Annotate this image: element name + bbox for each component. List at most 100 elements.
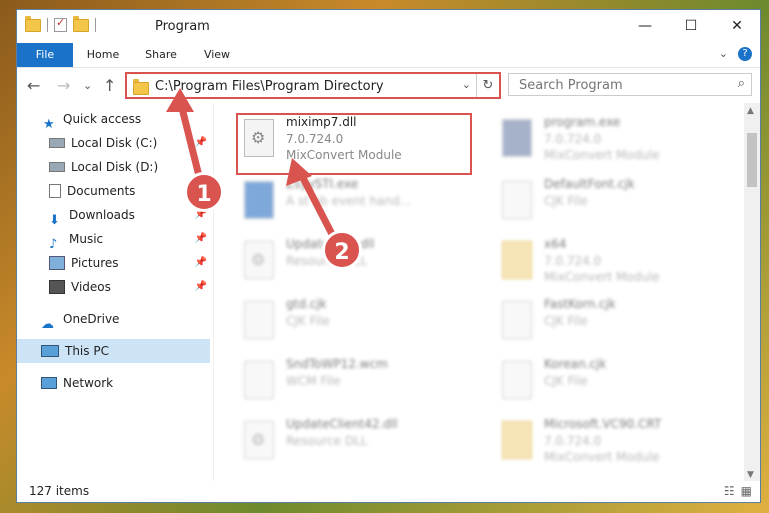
- search-box[interactable]: ⌕: [508, 73, 752, 96]
- forward-arrow-icon[interactable]: →: [57, 76, 70, 95]
- sidebar-item-local-disk-d[interactable]: Local Disk (D:): [49, 155, 158, 179]
- file-description: MixConvert Module: [544, 270, 660, 284]
- search-icon[interactable]: ⌕: [738, 76, 745, 91]
- file-item[interactable]: x64 7.0.724.0 MixConvert Module: [494, 235, 734, 293]
- file-description: CJK File: [286, 314, 330, 328]
- window-title: Program: [155, 19, 210, 34]
- file-version: 7.0.724.0: [544, 434, 602, 448]
- file-item[interactable]: DefaultFont.cjk CJK File: [494, 175, 734, 233]
- recent-locations-icon[interactable]: ⌄: [83, 79, 92, 92]
- file-name: SndToWP12.wcm: [286, 357, 388, 371]
- file-version: 7.0.724.0: [544, 132, 602, 146]
- address-bar[interactable]: C:\Program Files\Program Directory ⌄ ↻: [125, 72, 501, 99]
- navigation-bar: ← → ⌄ ↑ C:\Program Files\Program Directo…: [17, 67, 760, 103]
- sidebar-item-label: Local Disk (C:): [71, 136, 158, 150]
- sidebar-item-network[interactable]: Network: [41, 371, 113, 395]
- maximize-button[interactable]: ☐: [668, 10, 714, 42]
- file-name: Microsoft.VC90.CRT: [544, 417, 662, 431]
- file-item[interactable]: SndToWP12.wcm WCM File: [236, 355, 476, 413]
- up-arrow-icon[interactable]: ↑: [103, 76, 116, 95]
- refresh-icon[interactable]: ↻: [476, 74, 499, 97]
- exe-file-icon: [502, 119, 532, 157]
- explorer-window: Program — ☐ ✕ File Home Share View ⌄ ? ←…: [16, 9, 761, 503]
- divider: [47, 18, 48, 32]
- search-input[interactable]: [517, 77, 721, 94]
- pictures-icon: [49, 256, 65, 270]
- pin-icon[interactable]: 📌: [195, 131, 207, 155]
- pin-icon[interactable]: 📌: [195, 275, 207, 299]
- music-icon: ♪: [49, 237, 58, 252]
- details-view-icon[interactable]: ☷: [724, 484, 735, 498]
- tiles-view-icon[interactable]: ▦: [741, 484, 752, 498]
- ribbon: File Home Share View ⌄ ?: [17, 43, 760, 68]
- scroll-thumb[interactable]: [747, 133, 757, 187]
- file-icon: [502, 301, 532, 339]
- address-path[interactable]: C:\Program Files\Program Directory: [155, 79, 384, 94]
- videos-icon: [49, 280, 65, 294]
- file-icon: [244, 301, 274, 339]
- vertical-scrollbar[interactable]: ▲ ▼: [744, 103, 760, 483]
- close-button[interactable]: ✕: [714, 10, 760, 42]
- file-name: gtd.cjk: [286, 297, 327, 311]
- help-icon[interactable]: ?: [738, 47, 752, 61]
- file-item[interactable]: ZsyySTI.exe A st ob event hand...: [236, 175, 476, 233]
- divider: [95, 18, 96, 32]
- cloud-icon: ☁: [41, 317, 54, 332]
- sidebar-item-local-disk-c[interactable]: Local Disk (C:) 📌: [49, 131, 207, 155]
- sidebar-item-quick-access[interactable]: ★ Quick access: [43, 107, 142, 132]
- file-name: DefaultFont.cjk: [544, 177, 635, 191]
- sidebar-item-this-pc[interactable]: This PC: [17, 339, 210, 363]
- item-count: 127 items: [29, 484, 90, 498]
- sidebar-item-label: Pictures: [71, 256, 119, 270]
- back-arrow-icon[interactable]: ←: [27, 76, 40, 95]
- step-badge-2: 2: [322, 230, 362, 270]
- scroll-up-icon[interactable]: ▲: [747, 106, 754, 116]
- file-description: A st ob event hand...: [286, 194, 412, 208]
- tab-view[interactable]: View: [199, 43, 235, 67]
- sidebar-item-onedrive[interactable]: ☁ OneDrive: [41, 307, 120, 332]
- file-icon: [244, 361, 274, 399]
- sidebar-item-label: Videos: [71, 280, 111, 294]
- sidebar-item-pictures[interactable]: Pictures 📌: [49, 251, 207, 275]
- dll-file-icon: [244, 241, 274, 279]
- file-name: x64: [544, 237, 567, 251]
- scroll-down-icon[interactable]: ▼: [747, 470, 754, 480]
- sidebar-item-downloads[interactable]: ⬇ Downloads 📌: [49, 203, 207, 228]
- sidebar-item-videos[interactable]: Videos 📌: [49, 275, 207, 299]
- file-description: CJK File: [544, 374, 588, 388]
- documents-icon: [49, 184, 61, 198]
- sidebar-item-music[interactable]: ♪ Music 📌: [49, 227, 207, 252]
- properties-icon[interactable]: [54, 16, 67, 32]
- chevron-down-icon[interactable]: ⌄: [462, 78, 471, 91]
- pin-icon[interactable]: 📌: [195, 251, 207, 275]
- quick-access-toolbar: [25, 15, 96, 32]
- sidebar-item-label: Local Disk (D:): [71, 160, 159, 174]
- file-name: Korean.cjk: [544, 357, 607, 371]
- sidebar-item-label: Downloads: [69, 208, 135, 222]
- file-item[interactable]: gtd.cjk CJK File: [236, 295, 476, 353]
- file-item[interactable]: Microsoft.VC90.CRT 7.0.724.0 MixConvert …: [494, 415, 734, 473]
- computer-icon: [41, 345, 59, 357]
- tab-share[interactable]: Share: [141, 43, 181, 67]
- expand-ribbon-icon[interactable]: ⌄: [719, 47, 728, 61]
- sidebar-item-label: OneDrive: [63, 312, 120, 326]
- file-description: MixConvert Module: [544, 148, 660, 162]
- file-item[interactable]: UpdateClient42.dll Resource DLL: [236, 415, 476, 473]
- drive-icon: [49, 162, 65, 172]
- file-item[interactable]: FastKorn.cjk CJK File: [494, 295, 734, 353]
- sidebar-item-label: Quick access: [63, 112, 142, 126]
- pin-icon[interactable]: 📌: [195, 227, 207, 251]
- tab-home[interactable]: Home: [81, 43, 125, 67]
- file-item[interactable]: program.exe 7.0.724.0 MixConvert Module: [494, 113, 734, 171]
- file-item[interactable]: Korean.cjk CJK File: [494, 355, 734, 413]
- new-folder-icon[interactable]: [73, 15, 89, 32]
- dll-file-icon: [244, 421, 274, 459]
- sidebar-item-documents[interactable]: Documents: [49, 179, 135, 203]
- sidebar-item-label: Network: [63, 376, 114, 390]
- exe-file-icon: [244, 181, 274, 219]
- highlight-box: [236, 113, 472, 175]
- file-icon: [502, 181, 532, 219]
- minimize-button[interactable]: —: [622, 10, 668, 42]
- download-icon: ⬇: [49, 213, 60, 228]
- tab-file[interactable]: File: [17, 43, 73, 67]
